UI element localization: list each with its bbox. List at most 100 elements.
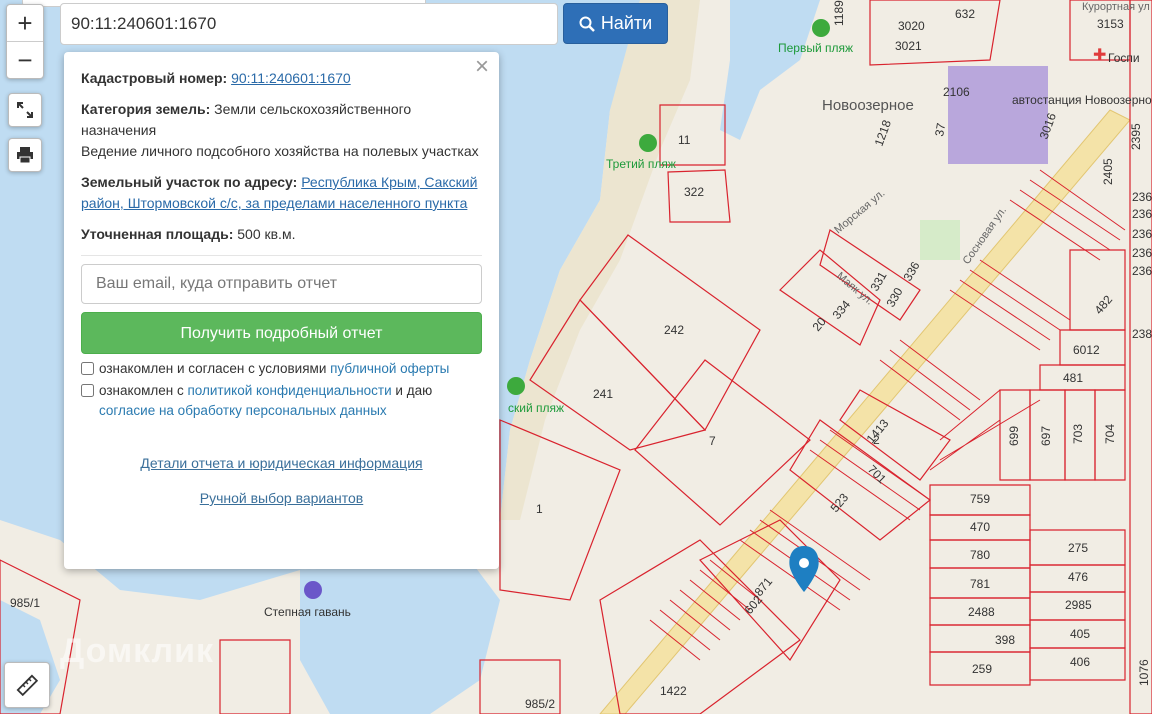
category-label: Категория земель: (81, 101, 211, 117)
parcel-label: 6012 (1073, 343, 1100, 357)
watermark: Домклик (60, 632, 215, 670)
search-button[interactable]: Найти (563, 3, 668, 44)
ruler-icon (16, 674, 38, 696)
divider (81, 255, 482, 256)
ruler-button[interactable] (4, 662, 50, 708)
parcel-label: 238 (1132, 327, 1152, 341)
usage-text: Ведение личного подсобного хозяйства на … (81, 143, 479, 159)
get-report-button[interactable]: Получить подробный отчет (81, 312, 482, 354)
personal-data-link[interactable]: согласие на обработку персональных данны… (99, 403, 387, 418)
parcel-label: 3153 (1097, 17, 1124, 31)
street-label: Курортная ул (1082, 1, 1150, 13)
parcel-label: 985/2 (525, 697, 555, 711)
area-label: Уточненная площадь: (81, 226, 234, 242)
parcel-label: 2985 (1065, 598, 1092, 612)
zoom-in-button[interactable]: + (7, 5, 43, 41)
offer-consent-row: ознакомлен и согласен с условиями публич… (81, 359, 482, 379)
parcel-label: 398 (995, 633, 1015, 647)
search-icon (579, 16, 595, 32)
parcel-label: 1189 (832, 0, 846, 26)
cadastral-label: Кадастровый номер: (81, 70, 228, 86)
harbor-label: Степная гавань (264, 605, 351, 619)
privacy-policy-link[interactable]: политикой конфиденциальности (187, 383, 391, 398)
parcel-label: 1076 (1137, 659, 1151, 686)
privacy-checkbox[interactable] (81, 384, 94, 397)
hospital-label: Госпи (1108, 51, 1140, 65)
place-label: Третий пляж (606, 157, 676, 171)
parcel-label: 3020 (898, 19, 925, 33)
parcel-label: 985/1 (10, 596, 40, 610)
parcel-label: 781 (970, 577, 990, 591)
parcel-label: 2488 (968, 605, 995, 619)
bus-station-label: автостанция Новоозерное (1012, 93, 1152, 107)
parcel-label: 632 (955, 7, 975, 21)
parcel-label: 697 (1039, 426, 1053, 446)
search-input[interactable] (60, 3, 558, 45)
parcel-label: 2 (873, 433, 880, 447)
offer-link[interactable]: публичной оферты (330, 361, 449, 376)
parcel-label: 704 (1103, 424, 1117, 444)
parcel-label: 699 (1007, 426, 1021, 446)
area-value: 500 кв.м. (237, 226, 296, 242)
privacy-text: ознакомлен с (99, 383, 184, 398)
harbor-icon (304, 581, 322, 599)
print-icon (17, 147, 33, 164)
print-button[interactable] (8, 138, 42, 172)
parcel-label: 322 (684, 185, 704, 199)
parcel-label: 470 (970, 520, 990, 534)
hospital-icon: ✚ (1093, 45, 1106, 64)
address-row: Земельный участок по адресу: Республика … (81, 172, 482, 214)
zoom-control: + − (6, 4, 44, 79)
category-row: Категория земель: Земли сельскохозяйстве… (81, 99, 482, 141)
parcel-label: 780 (970, 548, 990, 562)
privacy-mid-text: и даю (395, 383, 433, 398)
parcel-label: 242 (664, 323, 684, 337)
privacy-consent-row: ознакомлен с политикой конфиденциальност… (81, 381, 482, 421)
privacy-consent-text: ознакомлен с политикой конфиденциальност… (99, 381, 482, 421)
area-row: Уточненная площадь: 500 кв.м. (81, 224, 482, 245)
manual-row: Ручной выбор вариантов (81, 488, 482, 509)
parcel-label: 406 (1070, 655, 1090, 669)
town-label: Новоозерное (822, 97, 914, 114)
address-label: Земельный участок по адресу: (81, 174, 298, 190)
offer-checkbox[interactable] (81, 362, 94, 375)
parcel-label: 1422 (660, 684, 687, 698)
fullscreen-icon (17, 102, 33, 118)
details-link[interactable]: Детали отчета и юридическая информация (140, 455, 422, 471)
place-label: Первый пляж (778, 41, 853, 55)
parcel-label: 1 (536, 502, 543, 516)
parcel-label: 259 (972, 662, 992, 676)
search-button-label: Найти (600, 13, 653, 33)
zoom-out-button[interactable]: − (7, 41, 43, 78)
parcel-label: 759 (970, 492, 990, 506)
parcel-label: 236 (1132, 207, 1152, 221)
fullscreen-button[interactable] (8, 93, 42, 127)
parcel-label: 7 (709, 434, 716, 448)
offer-consent-text: ознакомлен и согласен с условиями публич… (99, 359, 449, 379)
manual-selection-link[interactable]: Ручной выбор вариантов (200, 490, 364, 506)
cadastral-row: Кадастровый номер: 90:11:240601:1670 (81, 68, 482, 89)
parcel-label: 481 (1063, 371, 1083, 385)
details-row: Детали отчета и юридическая информация (81, 453, 482, 474)
parcel-label: 3021 (895, 39, 922, 53)
email-field[interactable] (81, 264, 482, 304)
parcel-label: 405 (1070, 627, 1090, 641)
parcel-label: 236 (1132, 227, 1152, 241)
parcel-label: 236 (1132, 246, 1152, 260)
parcel-label: 476 (1068, 570, 1088, 584)
offer-text: ознакомлен и согласен с условиями (99, 361, 327, 376)
place-label: ский пляж (508, 401, 564, 415)
parcel-info-popup: × Кадастровый номер: 90:11:240601:1670 К… (64, 52, 499, 569)
parcel-label: 275 (1068, 541, 1088, 555)
parcel-label: 236 (1132, 190, 1152, 204)
parcel-label: 2405 (1101, 158, 1115, 185)
parcel-label: 2106 (943, 85, 970, 99)
parcel-label: 2395 (1129, 123, 1143, 150)
parcel-label: 236 (1132, 264, 1152, 278)
parcel-label: 37 (932, 122, 948, 138)
parcel-label: 11 (678, 133, 691, 147)
close-icon[interactable]: × (475, 55, 489, 79)
parcel-label: 241 (593, 387, 613, 401)
parcel-label: 703 (1071, 424, 1085, 444)
cadastral-link[interactable]: 90:11:240601:1670 (231, 70, 351, 86)
